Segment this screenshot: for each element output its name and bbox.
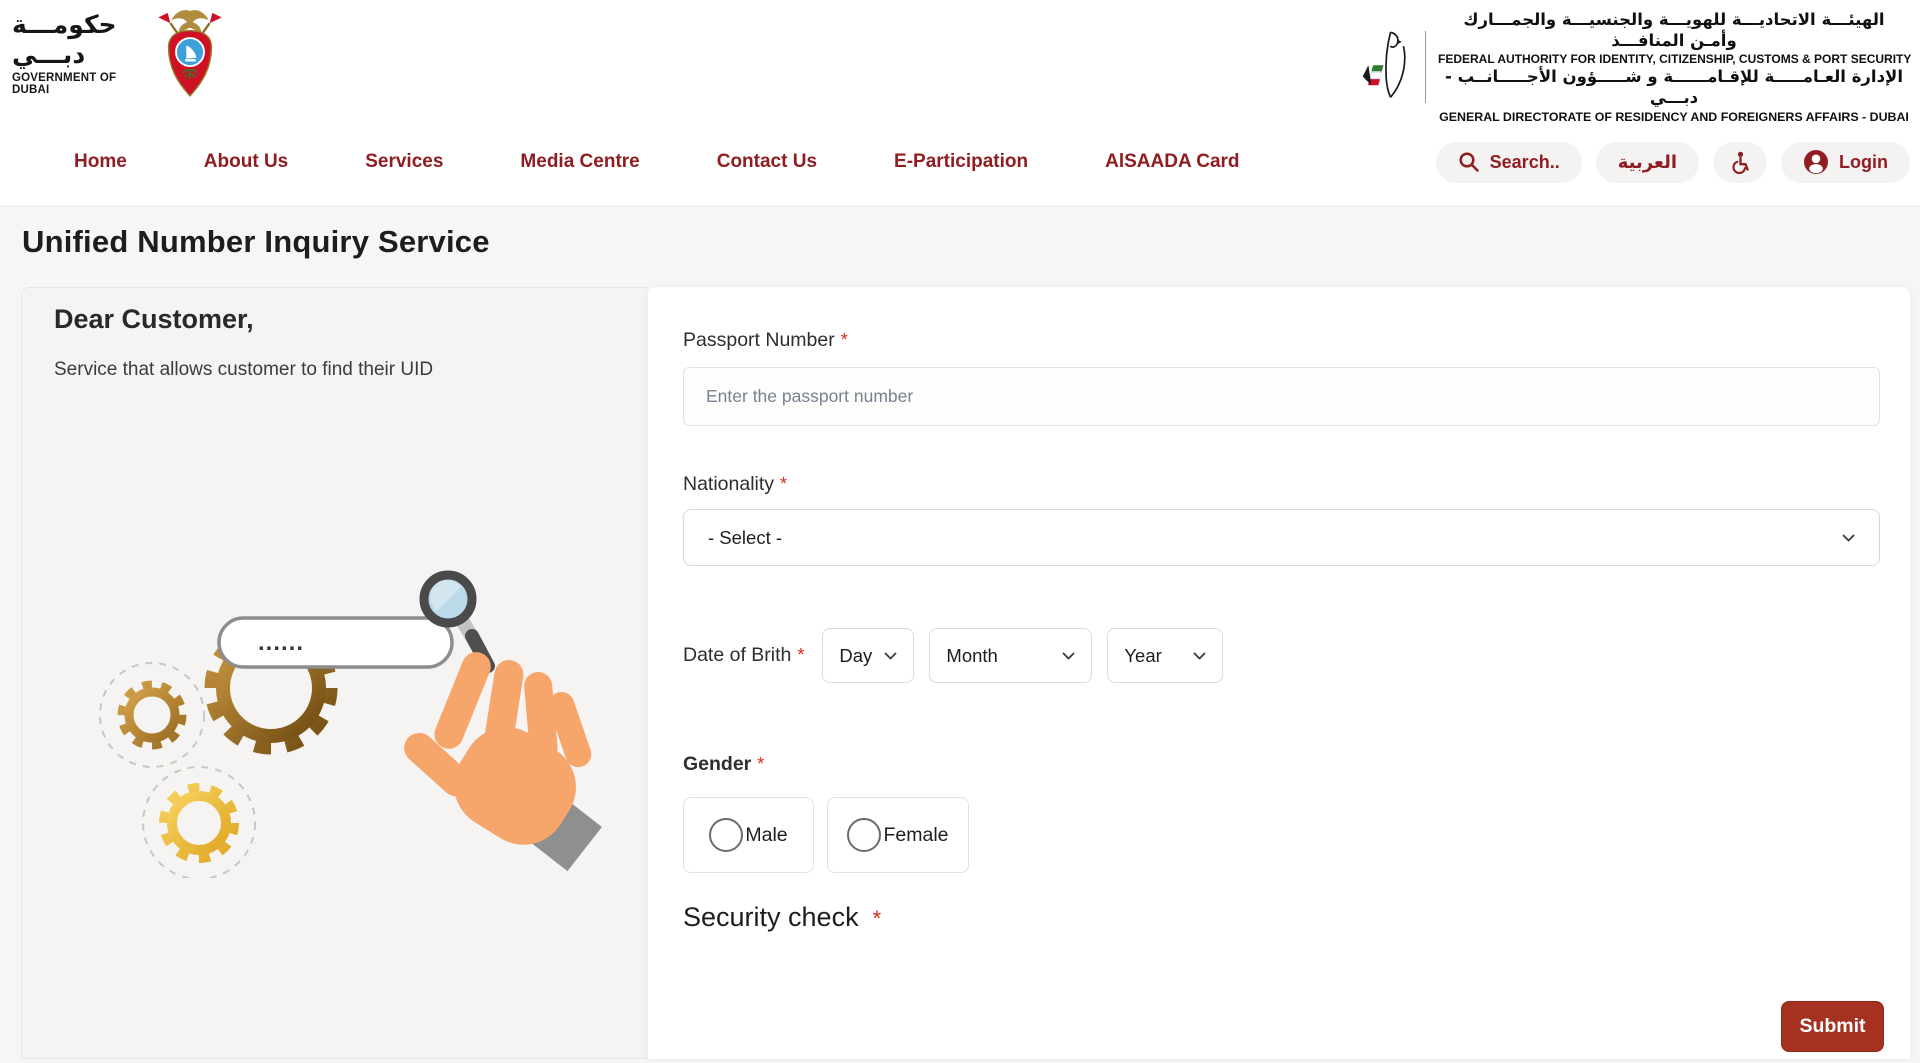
language-label: العربية xyxy=(1618,152,1677,173)
female-radio[interactable] xyxy=(847,818,881,852)
security-check-block: Security check * xyxy=(683,902,1880,933)
nav-item-contact-us[interactable]: Contact Us xyxy=(717,151,817,173)
authority-english-line1: FEDERAL AUTHORITY FOR IDENTITY, CITIZENS… xyxy=(1438,52,1910,66)
falcon-icon xyxy=(1361,27,1413,107)
authority-arabic-line1: الهيئـــة الاتحاديـــة للهويـــة والجنسي… xyxy=(1438,10,1910,51)
required-marker: * xyxy=(841,330,848,350)
search-label: Search.. xyxy=(1490,152,1560,173)
intro-description: Service that allows customer to find the… xyxy=(54,359,648,381)
uid-search-illustration: ...... xyxy=(58,566,603,878)
passport-label: Passport Number xyxy=(683,329,835,351)
dob-month-value: Month xyxy=(946,645,997,667)
search-icon xyxy=(1458,151,1480,173)
main-content: Unified Number Inquiry Service Dear Cust… xyxy=(0,224,1920,1059)
passport-input[interactable] xyxy=(683,367,1880,426)
yellow-gear-icon xyxy=(164,788,234,858)
main-nav: Home About Us Services Media Centre Cont… xyxy=(74,140,1910,184)
dob-day-value: Day xyxy=(839,645,872,667)
authority-english-line2: GENERAL DIRECTORATE OF RESIDENCY AND FOR… xyxy=(1438,110,1910,124)
user-icon xyxy=(1803,149,1829,175)
nav-item-home[interactable]: Home xyxy=(74,151,127,173)
dashed-path-icon xyxy=(100,663,204,767)
page-title: Unified Number Inquiry Service xyxy=(22,224,1920,260)
dob-year-value: Year xyxy=(1124,645,1161,667)
male-radio[interactable] xyxy=(709,818,743,852)
required-marker: * xyxy=(757,754,764,774)
gender-option-female[interactable]: Female xyxy=(827,797,969,873)
nationality-select[interactable]: - Select - xyxy=(683,509,1880,566)
dob-day-select[interactable]: Day xyxy=(822,628,914,683)
inquiry-form: Passport Number * Nationality * - Select -… xyxy=(648,287,1910,1059)
search-button[interactable]: Search.. xyxy=(1436,142,1582,183)
chevron-down-icon xyxy=(884,652,897,660)
passport-field-block: Passport Number * xyxy=(683,329,1880,426)
dubai-logo-arabic: حكومـــة دبـــي xyxy=(12,10,140,70)
male-label: Male xyxy=(745,824,787,847)
dob-label: Date of Brith* xyxy=(683,644,804,667)
gender-option-male[interactable]: Male xyxy=(683,797,814,873)
nav-item-about-us[interactable]: About Us xyxy=(204,151,288,173)
dob-year-select[interactable]: Year xyxy=(1107,628,1223,683)
illustration-search-bar xyxy=(219,618,452,667)
language-toggle-button[interactable]: العربية xyxy=(1596,142,1699,183)
required-marker: * xyxy=(780,474,787,494)
gender-label: Gender xyxy=(683,753,751,775)
authority-arabic-line2: الإدارة العـامـــــة للإقـامــــــة و شـ… xyxy=(1438,67,1910,108)
nationality-label: Nationality xyxy=(683,473,774,495)
required-marker: * xyxy=(797,645,804,665)
dob-month-select[interactable]: Month xyxy=(929,628,1092,683)
nav-item-alsaada-card[interactable]: AlSAADA Card xyxy=(1105,151,1239,173)
logo-divider xyxy=(1425,31,1426,103)
accessibility-icon xyxy=(1730,151,1750,174)
nav-item-services[interactable]: Services xyxy=(365,151,443,173)
dubai-government-logo[interactable]: حكومـــة دبـــي GOVERNMENT OF DUBAI xyxy=(12,6,232,100)
login-button[interactable]: Login xyxy=(1781,142,1910,183)
security-check-label: Security check xyxy=(683,902,859,933)
nav-item-media-centre[interactable]: Media Centre xyxy=(520,151,639,173)
nav-item-e-participation[interactable]: E-Participation xyxy=(894,151,1028,173)
accessibility-button[interactable] xyxy=(1713,142,1767,183)
dubai-crest-icon xyxy=(148,6,232,100)
authority-logo[interactable]: الهيئـــة الاتحاديـــة للهويـــة والجنسي… xyxy=(1361,10,1910,124)
dubai-logo-english: GOVERNMENT OF DUBAI xyxy=(12,72,140,96)
chevron-down-icon xyxy=(1062,652,1075,660)
gender-field-block: Gender * Male Female xyxy=(683,753,1880,873)
chevron-down-icon xyxy=(1842,534,1855,542)
login-label: Login xyxy=(1839,152,1888,173)
nationality-selected-value: - Select - xyxy=(708,527,782,549)
intro-panel: Dear Customer, Service that allows custo… xyxy=(21,287,648,1059)
dob-field-block: Date of Brith* Day Month Year xyxy=(683,628,1880,683)
search-dots-text: ...... xyxy=(258,629,304,656)
required-marker: * xyxy=(873,906,882,932)
site-header: حكومـــة دبـــي GOVERNMENT OF DUBAI xyxy=(0,0,1920,207)
nationality-field-block: Nationality * - Select - xyxy=(683,473,1880,566)
intro-heading: Dear Customer, xyxy=(54,304,648,335)
small-gear-icon xyxy=(122,685,182,745)
female-label: Female xyxy=(883,824,948,847)
chevron-down-icon xyxy=(1193,652,1206,660)
submit-button[interactable]: Submit xyxy=(1781,1001,1884,1052)
